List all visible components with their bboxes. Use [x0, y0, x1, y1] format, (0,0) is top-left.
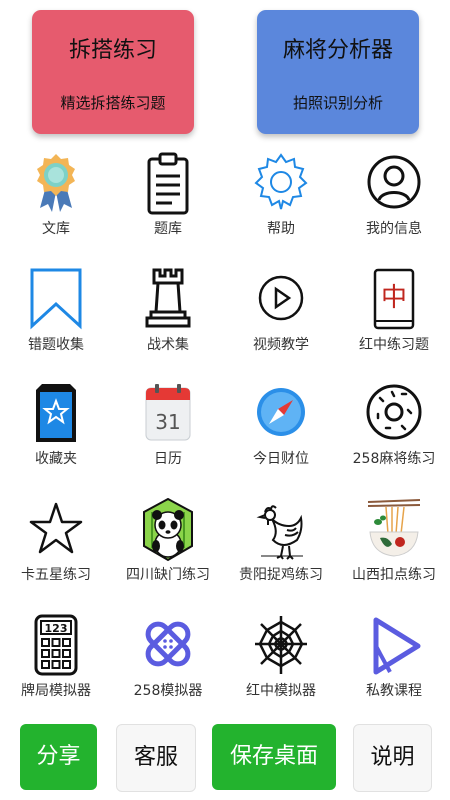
tile-favorites[interactable]: 收藏夹: [0, 382, 112, 490]
award-ribbon-icon: [37, 154, 75, 212]
calculator-display: 123: [45, 622, 68, 635]
gear-icon: [254, 153, 308, 210]
tile-video-lessons[interactable]: 视频教学: [225, 268, 337, 376]
tile-kawuxing-practice[interactable]: 卡五星练习: [0, 498, 112, 606]
calendar-icon: 31: [145, 384, 191, 441]
tile-label: 贵阳捉鸡练习: [239, 567, 323, 583]
tile-258-practice[interactable]: 258麻将练习: [338, 382, 450, 490]
tile-label: 我的信息: [366, 221, 422, 237]
chess-rook-icon: [145, 268, 191, 328]
play-circle-icon: [258, 275, 304, 321]
calculator-icon: 123: [34, 614, 78, 676]
play-triangle-icon: [373, 617, 421, 675]
bookmark-icon: [30, 268, 82, 330]
instructions-button[interactable]: 说明: [353, 724, 432, 792]
tile-mistake-collection[interactable]: 错题收集: [0, 268, 112, 376]
star-outline-icon: [29, 502, 83, 554]
bandage-icon: [145, 621, 191, 667]
tile-question-bank[interactable]: 题库: [112, 152, 224, 260]
mahjong-tile-char: 中: [381, 283, 407, 313]
tile-shanxi-practice[interactable]: 山西扣点练习: [338, 498, 450, 606]
tile-help[interactable]: 帮助: [225, 152, 337, 260]
save-to-desktop-button[interactable]: 保存桌面: [212, 724, 336, 790]
rooster-icon: [256, 505, 303, 560]
tile-label: 私教课程: [366, 683, 422, 699]
share-button[interactable]: 分享: [20, 724, 97, 790]
clipboard-icon: [147, 152, 189, 215]
mahjong-analyzer-subtitle: 拍照识别分析: [292, 94, 383, 112]
tile-label: 战术集: [147, 337, 189, 353]
mahjong-analyzer-card[interactable]: 麻将分析器 拍照识别分析: [257, 10, 419, 134]
tile-label: 收藏夹: [35, 451, 77, 467]
tile-label: 红中练习题: [359, 337, 429, 353]
user-avatar-icon: [367, 155, 421, 209]
customer-service-button[interactable]: 客服: [116, 724, 196, 792]
compass-icon: [257, 388, 305, 436]
tile-label: 今日财位: [253, 451, 309, 467]
panda-icon: [143, 498, 193, 562]
mahjong-analyzer-title: 麻将分析器: [282, 38, 393, 63]
tile-tactics[interactable]: 战术集: [112, 268, 224, 376]
tile-label: 卡五星练习: [21, 567, 91, 583]
tile-label: 牌局模拟器: [21, 683, 91, 699]
disassembly-practice-subtitle: 精选拆搭练习题: [60, 94, 166, 112]
mahjong-tile-icon: 中: [373, 268, 415, 330]
tile-label: 红中模拟器: [246, 683, 316, 699]
spider-web-icon: [255, 616, 307, 674]
disassembly-practice-card[interactable]: 拆搭练习 精选拆搭练习题: [32, 10, 194, 134]
tile-calendar[interactable]: 31 日历: [112, 382, 224, 490]
tile-private-course[interactable]: 私教课程: [338, 614, 450, 722]
tile-label: 错题收集: [28, 337, 84, 353]
tile-label: 日历: [154, 451, 182, 467]
calendar-day: 31: [155, 410, 180, 434]
tile-game-simulator[interactable]: 123 牌局模拟器: [0, 614, 112, 722]
star-card-icon: [36, 384, 76, 442]
tile-my-info[interactable]: 我的信息: [338, 152, 450, 260]
tile-label: 258模拟器: [133, 683, 203, 699]
noodle-bowl-icon: [367, 499, 421, 557]
tile-label: 文库: [42, 221, 70, 237]
tile-library[interactable]: 文库: [0, 152, 112, 260]
tile-hongzhong-simulator[interactable]: 红中模拟器: [225, 614, 337, 722]
tile-hongzhong-practice[interactable]: 中 红中练习题: [338, 268, 450, 376]
tile-guiyang-practice[interactable]: 贵阳捉鸡练习: [225, 498, 337, 606]
tile-wealth-position[interactable]: 今日财位: [225, 382, 337, 490]
tile-label: 帮助: [267, 221, 295, 237]
tile-258-simulator[interactable]: 258模拟器: [112, 614, 224, 722]
donut-icon: [366, 384, 422, 440]
tile-label: 258麻将练习: [352, 451, 436, 467]
tile-label: 四川缺门练习: [126, 567, 210, 583]
tile-sichuan-practice[interactable]: 四川缺门练习: [112, 498, 224, 606]
tile-label: 视频教学: [253, 337, 309, 353]
tile-label: 山西扣点练习: [352, 567, 436, 583]
tile-label: 题库: [154, 221, 182, 237]
disassembly-practice-title: 拆搭练习: [68, 38, 157, 63]
